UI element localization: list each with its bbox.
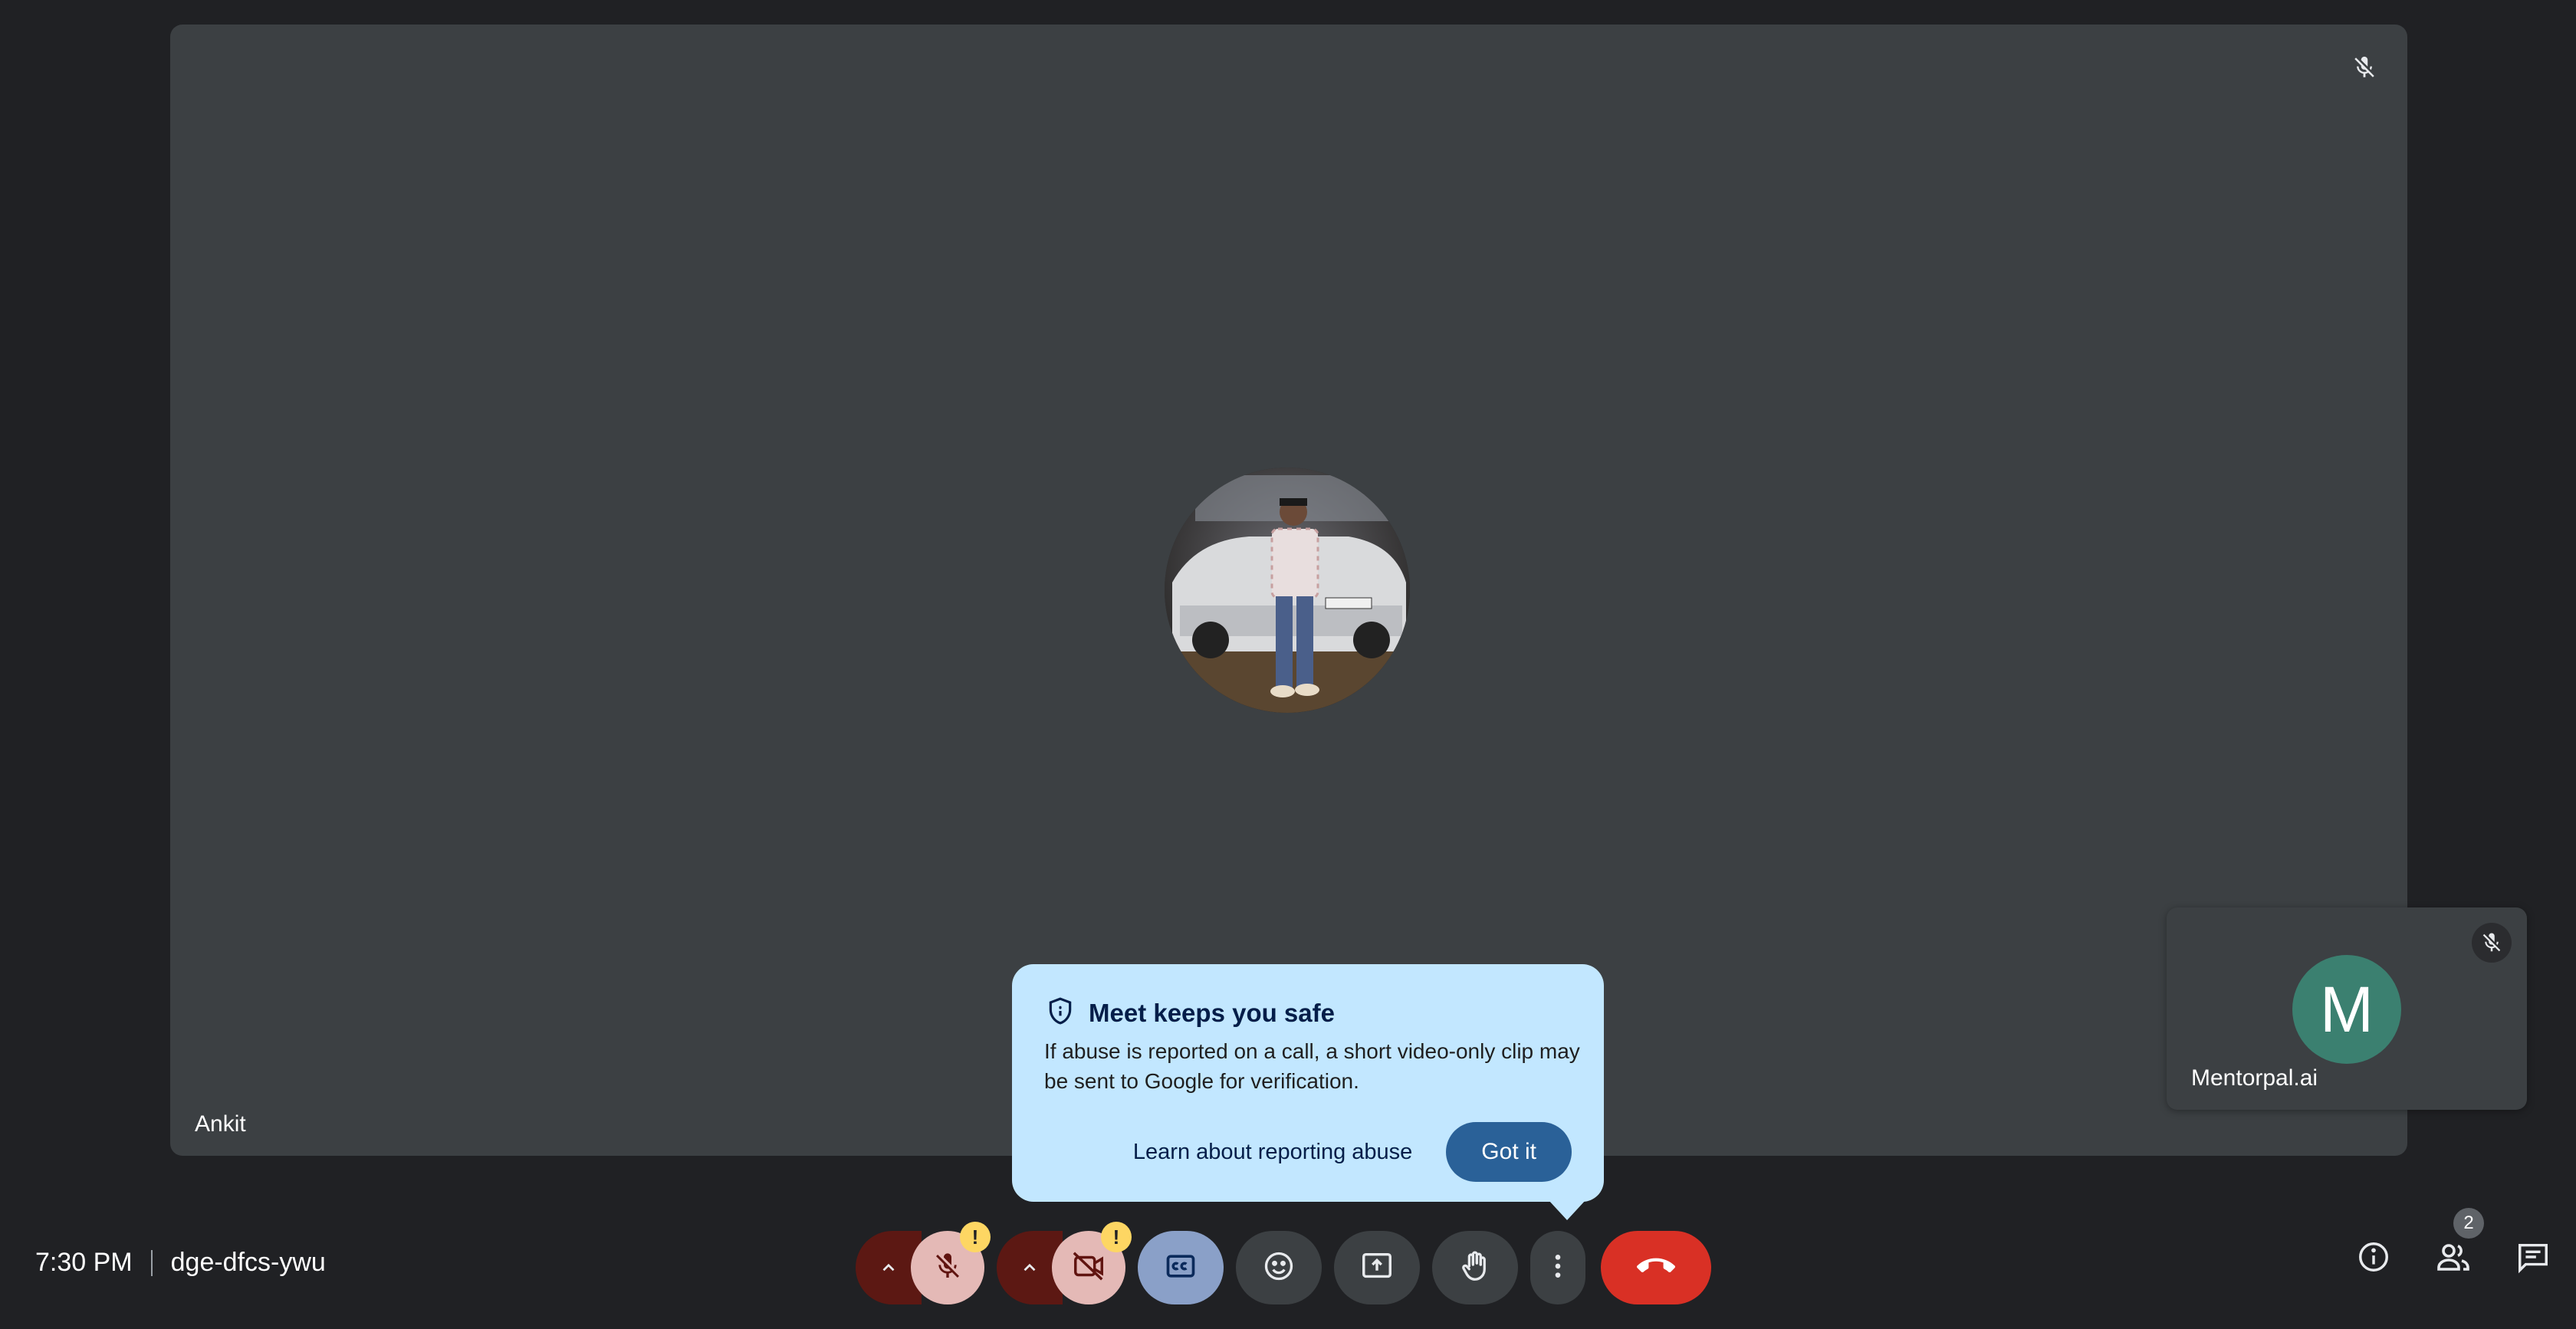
camera-warning-badge: ! [1101, 1222, 1132, 1252]
camera-off-icon [1071, 1249, 1106, 1288]
emoji-icon [1262, 1249, 1296, 1287]
mic-warning-badge: ! [960, 1222, 991, 1252]
participant-avatar-photo [1165, 468, 1410, 713]
more-vert-icon [1543, 1251, 1573, 1285]
mic-off-icon [2472, 923, 2512, 963]
info-icon [2356, 1239, 2391, 1278]
avatar: M [2292, 955, 2401, 1064]
meeting-tools: 2 [2349, 1208, 2558, 1283]
divider [150, 1249, 153, 1276]
more-options-button[interactable] [1530, 1231, 1585, 1304]
shield-icon [1046, 996, 1075, 1029]
mic-control-group: ! [856, 1222, 991, 1304]
got-it-button[interactable]: Got it [1446, 1122, 1572, 1182]
people-button[interactable]: 2 [2429, 1208, 2484, 1283]
raise-hand-icon [1457, 1249, 1493, 1288]
present-screen-button[interactable] [1334, 1231, 1420, 1304]
popup-header: Meet keeps you safe [1046, 996, 1335, 1029]
popup-actions: Learn about reporting abuse Got it [1133, 1122, 1572, 1182]
safety-popup: Meet keeps you safe If abuse is reported… [1012, 964, 1604, 1220]
captions-button[interactable] [1138, 1231, 1224, 1304]
closed-captions-icon [1164, 1249, 1198, 1287]
chat-button[interactable] [2509, 1234, 2558, 1283]
popup-body: If abuse is reported on a call, a short … [1044, 1039, 1580, 1093]
meeting-code: dge-dfcs-ywu [170, 1248, 326, 1277]
meeting-info: 7:30 PM dge-dfcs-ywu [35, 1248, 326, 1278]
camera-control-group: ! [997, 1222, 1132, 1304]
raise-hand-button[interactable] [1432, 1231, 1518, 1304]
popup-title: Meet keeps you safe [1089, 998, 1335, 1027]
meet-window: Ankit M Mentorpal.ai Meet keeps you safe… [0, 0, 2576, 1329]
people-icon [2435, 1239, 2472, 1279]
mic-off-icon [2340, 43, 2389, 92]
meeting-details-button[interactable] [2349, 1234, 2398, 1283]
emoji-reactions-button[interactable] [1236, 1231, 1322, 1304]
leave-call-button[interactable] [1601, 1231, 1711, 1304]
meeting-time: 7:30 PM [35, 1248, 133, 1277]
participant-tile-self[interactable]: M Mentorpal.ai [2167, 907, 2527, 1110]
chat-icon [2515, 1239, 2551, 1278]
present-icon [1359, 1249, 1395, 1288]
people-count-badge: 2 [2453, 1208, 2484, 1239]
call-controls: ! ! [856, 1222, 1711, 1304]
call-end-icon [1636, 1247, 1675, 1289]
participant-name-label: Ankit [195, 1111, 246, 1137]
mic-off-icon [932, 1251, 963, 1285]
participant-name-label: Mentorpal.ai [2191, 1065, 2318, 1091]
learn-reporting-abuse-link[interactable]: Learn about reporting abuse [1133, 1140, 1412, 1165]
